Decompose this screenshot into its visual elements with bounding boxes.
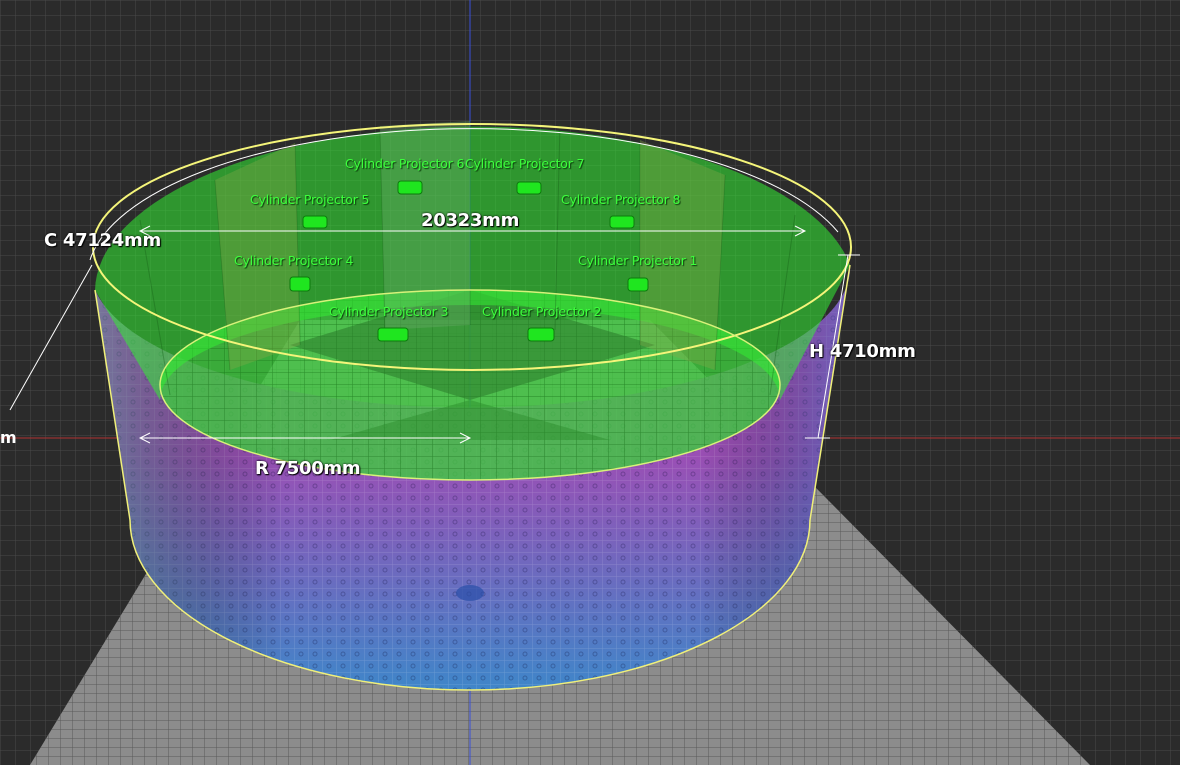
projector-label-2[interactable]: Cylinder Projector 2 <box>482 304 601 319</box>
projector-label-4[interactable]: Cylinder Projector 4 <box>234 253 353 268</box>
projector-1-icon <box>627 277 649 292</box>
projector-5-icon <box>302 215 328 229</box>
projector-2-icon <box>527 327 555 342</box>
projector-label-6[interactable]: Cylinder Projector 6 <box>345 156 464 171</box>
projector-4-icon <box>289 276 311 292</box>
radius-label: R 7500mm <box>255 458 361 479</box>
projector-6-icon <box>397 180 423 195</box>
circumference-label: C 47124mm <box>44 230 161 251</box>
origin-marker <box>456 585 484 601</box>
offscreen-axis-label: m <box>0 428 17 447</box>
height-label: H 4710mm <box>809 341 916 362</box>
projector-label-1[interactable]: Cylinder Projector 1 <box>578 253 697 268</box>
3d-viewport[interactable] <box>0 0 1180 765</box>
diameter-label: 20323mm <box>421 210 520 231</box>
projector-label-7[interactable]: Cylinder Projector 7 <box>465 156 584 171</box>
projector-7-icon <box>516 181 542 195</box>
projector-8-icon <box>609 215 635 229</box>
projector-label-8[interactable]: Cylinder Projector 8 <box>561 192 680 207</box>
projector-label-3[interactable]: Cylinder Projector 3 <box>329 304 448 319</box>
projector-label-5[interactable]: Cylinder Projector 5 <box>250 192 369 207</box>
projector-3-icon <box>377 327 409 342</box>
